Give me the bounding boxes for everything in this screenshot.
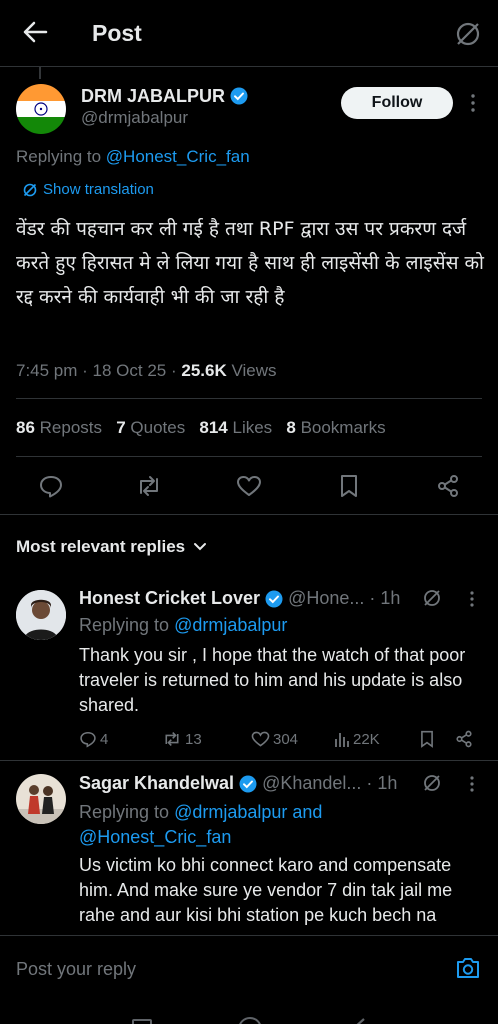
- replying-label: Replying to: [79, 802, 175, 822]
- translate-icon[interactable]: [422, 773, 442, 798]
- reply-header: Honest Cricket Lover @Hone... · 1h: [79, 588, 401, 609]
- reply-views-action[interactable]: 22K: [334, 730, 380, 748]
- reply-author-name[interactable]: Honest Cricket Lover: [79, 588, 260, 609]
- quotes-stat[interactable]: 7 Quotes: [116, 418, 185, 437]
- replying-to: Replying to @drmjabalpur: [79, 615, 287, 636]
- translate-small-icon: [23, 183, 37, 196]
- page-title: Post: [92, 20, 142, 46]
- reply-repost-action[interactable]: 13: [162, 730, 202, 748]
- reply-time: 1h: [380, 588, 401, 608]
- views-count: 22K: [353, 730, 380, 748]
- reply-time: 1h: [377, 773, 398, 793]
- author-name-row[interactable]: DRM JABALPUR: [81, 86, 248, 110]
- divider: [0, 514, 498, 515]
- verified-badge-icon: [239, 775, 257, 792]
- reply-text: Thank you sir , I hope that the watch of…: [79, 645, 466, 715]
- engagement-stats: 86 Reposts 7 Quotes 814 Likes 8 Bookmark…: [16, 418, 386, 438]
- translate-icon[interactable]: [454, 20, 482, 48]
- more-options-icon[interactable]: [470, 93, 476, 118]
- follow-button[interactable]: Follow: [341, 87, 453, 119]
- reply-like-action[interactable]: 304: [251, 730, 298, 748]
- reply-author-handle[interactable]: @Hone...: [288, 588, 364, 609]
- views-count: 25.6K: [181, 361, 227, 380]
- divider: [0, 760, 498, 761]
- more-options-icon[interactable]: [469, 775, 475, 798]
- post-text: वेंडर की पहचान कर ली गई है तथा RPF द्वार…: [16, 218, 484, 308]
- reposts-stat[interactable]: 86 Reposts: [16, 418, 102, 437]
- more-options-icon[interactable]: [469, 590, 475, 613]
- like-icon: [251, 731, 270, 747]
- like-count: 304: [273, 730, 299, 748]
- compose-bar: Post your reply: [0, 935, 498, 1004]
- verified-badge-icon: [230, 87, 248, 110]
- replying-to: Replying to @Honest_Cric_fan: [16, 147, 250, 167]
- top-bar: Post: [0, 0, 498, 67]
- replies-sort-label[interactable]: Most relevant replies: [16, 537, 185, 557]
- reply-author-name[interactable]: Sagar Khandelwal: [79, 773, 234, 794]
- chevron-down-icon: [194, 543, 207, 551]
- replying-to-link[interactable]: @Honest_Cric_fan: [106, 147, 250, 166]
- show-translation-link[interactable]: Show translation: [22, 181, 154, 198]
- avatar[interactable]: [16, 774, 66, 824]
- avatar[interactable]: [16, 590, 66, 640]
- replying-label: Replying to: [16, 147, 106, 166]
- views-icon: [335, 733, 349, 747]
- reply-header: Sagar Khandelwal @Khandel... · 1h: [79, 773, 398, 794]
- author-handle[interactable]: @drmjabalpur: [81, 108, 188, 128]
- repost-count: 13: [185, 730, 202, 748]
- divider: [16, 456, 482, 457]
- reply-icon[interactable]: [38, 474, 64, 503]
- replies-sort-dropdown[interactable]: Most relevant replies: [16, 537, 207, 557]
- share-icon[interactable]: [436, 474, 460, 503]
- reply-icon: [80, 732, 96, 748]
- replying-label: Replying to: [79, 615, 175, 635]
- back-nav-icon[interactable]: [352, 1017, 366, 1024]
- avatar[interactable]: [16, 84, 66, 134]
- bookmarks-stat[interactable]: 8 Bookmarks: [286, 418, 385, 437]
- show-translation-label[interactable]: Show translation: [43, 181, 154, 198]
- thread-line: [39, 67, 41, 79]
- camera-icon[interactable]: [455, 956, 481, 985]
- post-meta: 7:45 pm · 18 Oct 25 · 25.6K Views: [16, 361, 277, 380]
- back-arrow-icon[interactable]: [22, 20, 48, 44]
- verified-badge-icon: [265, 590, 283, 607]
- repost-icon: [165, 732, 179, 746]
- reply-count: 4: [100, 730, 109, 748]
- reply-text: Us victim ko bhi connect karo and compen…: [79, 855, 453, 925]
- reply-input[interactable]: Post your reply: [16, 959, 136, 980]
- views-label: Views: [231, 361, 277, 380]
- author-name[interactable]: DRM JABALPUR: [81, 86, 225, 106]
- system-nav-bar: [0, 1003, 498, 1024]
- bookmark-icon[interactable]: [419, 730, 435, 753]
- repost-icon[interactable]: [135, 474, 163, 503]
- post-date: 18 Oct 25: [92, 361, 167, 380]
- translate-icon[interactable]: [422, 588, 442, 613]
- like-icon[interactable]: [236, 474, 262, 503]
- recents-icon[interactable]: [132, 1019, 152, 1024]
- post-time: 7:45 pm: [16, 361, 78, 380]
- reply-comment-action[interactable]: 4: [79, 730, 108, 748]
- bookmark-icon[interactable]: [338, 474, 360, 503]
- replying-to: Replying to @drmjabalpur and @Honest_Cri…: [79, 800, 409, 850]
- share-icon[interactable]: [455, 730, 473, 753]
- divider: [16, 398, 482, 399]
- reply-author-handle[interactable]: @Khandel...: [262, 773, 361, 794]
- likes-stat[interactable]: 814 Likes: [199, 418, 272, 437]
- replying-to-link[interactable]: @drmjabalpur: [174, 615, 287, 635]
- home-icon[interactable]: [238, 1017, 262, 1024]
